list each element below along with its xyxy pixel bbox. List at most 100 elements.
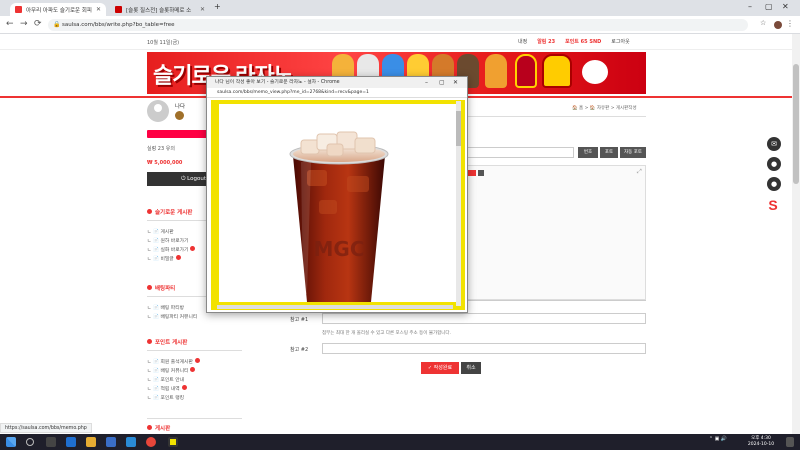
editor-area[interactable] xyxy=(462,165,646,300)
editor-tool-icon[interactable] xyxy=(478,170,484,176)
close-window-button[interactable]: ✕ xyxy=(782,2,789,11)
link1-input[interactable] xyxy=(322,313,646,324)
user-icon: ● xyxy=(770,160,778,168)
back-icon[interactable]: ← xyxy=(6,19,14,29)
sidebar-item[interactable]: ㄴ 📄 배팅파티 커뮤니티 xyxy=(147,313,197,322)
popup-maximize-button[interactable]: ▢ xyxy=(439,77,445,88)
nav-link-alerts[interactable]: 알림 23 xyxy=(537,38,555,45)
username: 나다 xyxy=(175,104,186,110)
new-tab-button[interactable]: + xyxy=(214,2,221,11)
popup-close-button[interactable]: ✕ xyxy=(453,77,458,88)
divider xyxy=(147,418,242,419)
reload-icon[interactable]: ⟳ xyxy=(34,19,42,29)
new-badge xyxy=(175,255,181,260)
title-input[interactable] xyxy=(462,147,574,158)
level-icon xyxy=(175,111,184,120)
sidebar-item[interactable]: ㄴ 📄 포인트 랭킹 xyxy=(147,394,200,403)
popup-title: 나다 님이 작성 좋아 보기 - 슬기로운 라자노 - 설차 - Chrome xyxy=(207,77,467,88)
popup-url-text: saulsa.com/bbs/memo_view.php?me_id=2768&… xyxy=(217,90,369,95)
bell-icon: ● xyxy=(770,180,778,188)
link2-label: 참고 #2 xyxy=(290,347,309,353)
float-user-button[interactable]: ● xyxy=(767,157,781,171)
cards-image xyxy=(515,54,537,88)
link2-input[interactable] xyxy=(322,343,646,354)
windows-taskbar: ⌃ ▣ 🔊 오후 4:30 2024-10-10 xyxy=(0,434,800,450)
star-icon[interactable]: ☆ xyxy=(760,19,766,27)
sidebar-item[interactable]: ㄴ 📄 비밀글 xyxy=(147,255,195,264)
site-logo-icon[interactable]: S xyxy=(766,197,780,213)
cancel-button[interactable]: 취소 xyxy=(461,362,481,374)
divider xyxy=(462,300,646,301)
maximize-button[interactable]: ▢ xyxy=(765,2,773,11)
sidebar-item[interactable]: ㄴ 📄 회원 출석게시판 xyxy=(147,358,200,367)
sidebar-item[interactable]: ㄴ 📄 원하 바로가기 xyxy=(147,237,195,246)
lock-icon: 🔒 xyxy=(53,21,61,28)
nav-link-mypage[interactable]: 내정 xyxy=(518,38,527,45)
file-explorer-icon[interactable] xyxy=(86,437,96,447)
toolbar-button[interactable]: 번호 xyxy=(578,147,598,158)
address-bar[interactable]: 🔒 saulsa.com/bbs/write.php?bo_table=free xyxy=(48,19,748,31)
edge-icon[interactable] xyxy=(66,437,76,447)
chip-image xyxy=(582,60,608,84)
submit-button[interactable]: ✓ 작성완료 xyxy=(421,362,459,374)
scroll-thumb[interactable] xyxy=(793,64,799,184)
url-text: saulsa.com/bbs/write.php?bo_table=free xyxy=(62,22,175,28)
popup-body: MGC xyxy=(211,100,465,310)
browser-tab[interactable]: [슬롯 질스전] 슬롯하메로 소 ✕ xyxy=(110,3,210,16)
kakaotalk-icon[interactable] xyxy=(168,437,178,447)
task-view-icon[interactable] xyxy=(46,437,56,447)
clock-date: 2024-10-10 xyxy=(747,442,775,447)
tab-label: 아무리 아파도 슬기로운 회피 xyxy=(26,7,92,14)
section-title: 배팅파티 xyxy=(147,284,175,292)
nav-link-logout[interactable]: 로그아웃 xyxy=(611,38,629,45)
sidebar-item[interactable]: ㄴ 📄 적립 내역 xyxy=(147,385,200,394)
bullet-icon xyxy=(147,285,152,290)
browser-tab-active[interactable]: 아무리 아파도 슬기로운 회피 ✕ xyxy=(10,3,106,16)
expand-icon[interactable]: ⤢ xyxy=(637,168,642,176)
popup-minimize-button[interactable]: – xyxy=(425,77,428,88)
scroll-thumb[interactable] xyxy=(456,111,461,146)
toolbar-button[interactable]: 자동 포토 xyxy=(620,147,646,158)
clock-time: 오후 4:30 xyxy=(751,436,771,441)
memo-popup-window[interactable]: 나다 님이 작성 좋아 보기 - 슬기로운 라자노 - 설차 - Chrome … xyxy=(206,76,468,313)
float-alert-button[interactable]: ● xyxy=(767,177,781,191)
forward-icon[interactable]: → xyxy=(20,19,28,29)
site-top-bar: 10월 11일(금) 내정 알림 23 포인트 65 SND 로그아웃 xyxy=(0,34,800,50)
toolbar-button[interactable]: 포토 xyxy=(600,147,618,158)
search-icon[interactable] xyxy=(26,438,34,446)
bullet-icon xyxy=(147,339,152,344)
nav-link-points[interactable]: 포인트 65 SND xyxy=(565,38,601,45)
mail-icon[interactable] xyxy=(126,437,136,447)
close-tab-icon[interactable]: ✕ xyxy=(196,6,205,13)
tab-label: [슬롯 질스전] 슬롯하메로 소 xyxy=(126,7,192,14)
divider xyxy=(462,116,646,117)
chrome-icon[interactable] xyxy=(146,437,156,447)
memo-image: MGC xyxy=(219,104,457,302)
float-menu-button[interactable]: ✉ xyxy=(767,137,781,151)
logout-button[interactable]: ⏻ Logout xyxy=(147,172,209,186)
sidebar-item[interactable]: ㄴ 📄 배팅 파티방 xyxy=(147,304,197,313)
close-tab-icon[interactable]: ✕ xyxy=(92,6,101,13)
menu-icon[interactable]: ⋮ xyxy=(786,19,794,28)
sidebar-item[interactable]: ㄴ 📄 실화 바로가기 xyxy=(147,246,196,255)
user-avatar[interactable] xyxy=(147,100,169,122)
profile-avatar[interactable] xyxy=(774,21,782,29)
user-stats: 실렁 23 유의 xyxy=(147,146,175,152)
mascot-image xyxy=(485,54,507,88)
popup-scrollbar[interactable] xyxy=(456,101,461,306)
minimize-button[interactable]: – xyxy=(748,2,752,11)
popup-hscrollbar[interactable] xyxy=(217,305,453,309)
browser-tab-strip: 아무리 아파도 슬기로운 회피 ✕ [슬롯 질스전] 슬롯하메로 소 ✕ + –… xyxy=(0,0,800,16)
sidebar-item[interactable]: ㄴ 📄 포인트 안내 xyxy=(147,376,200,385)
page-scrollbar[interactable] xyxy=(792,34,800,434)
link1-label: 참고 #1 xyxy=(290,317,309,323)
sidebar-item[interactable]: ㄴ 📄 배팅 커뮤니티 xyxy=(147,367,200,376)
sidebar-item[interactable]: ㄴ 📄 게시판 xyxy=(147,228,195,237)
site-date: 10월 11일(금) xyxy=(147,40,180,46)
browser-toolbar: ← → ⟳ 🔒 saulsa.com/bbs/write.php?bo_tabl… xyxy=(0,16,800,34)
tray-icons[interactable]: ⌃ ▣ 🔊 xyxy=(708,436,728,442)
notification-icon[interactable] xyxy=(786,437,794,447)
store-icon[interactable] xyxy=(106,437,116,447)
start-icon[interactable] xyxy=(6,437,16,447)
new-badge xyxy=(190,367,196,372)
